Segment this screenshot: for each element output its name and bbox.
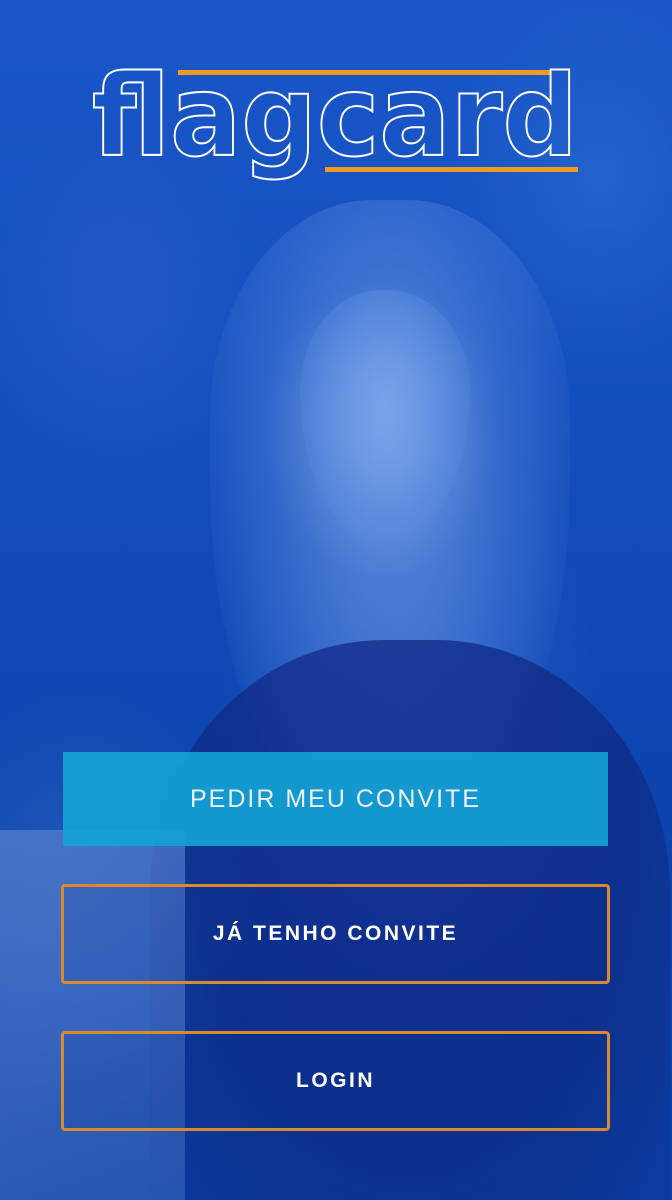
request-invite-button[interactable]: PEDIR MEU CONVITE xyxy=(63,752,608,846)
have-invite-label: JÁ TENHO CONVITE xyxy=(212,922,459,945)
logo-wordmark: flagcard xyxy=(92,55,578,182)
flagcard-logo: flagcard xyxy=(92,55,582,185)
request-invite-label: PEDIR MEU CONVITE xyxy=(190,784,481,813)
login-button[interactable]: LOGIN xyxy=(61,1031,610,1131)
login-label: LOGIN xyxy=(296,1069,375,1092)
have-invite-button[interactable]: JÁ TENHO CONVITE xyxy=(61,884,610,984)
